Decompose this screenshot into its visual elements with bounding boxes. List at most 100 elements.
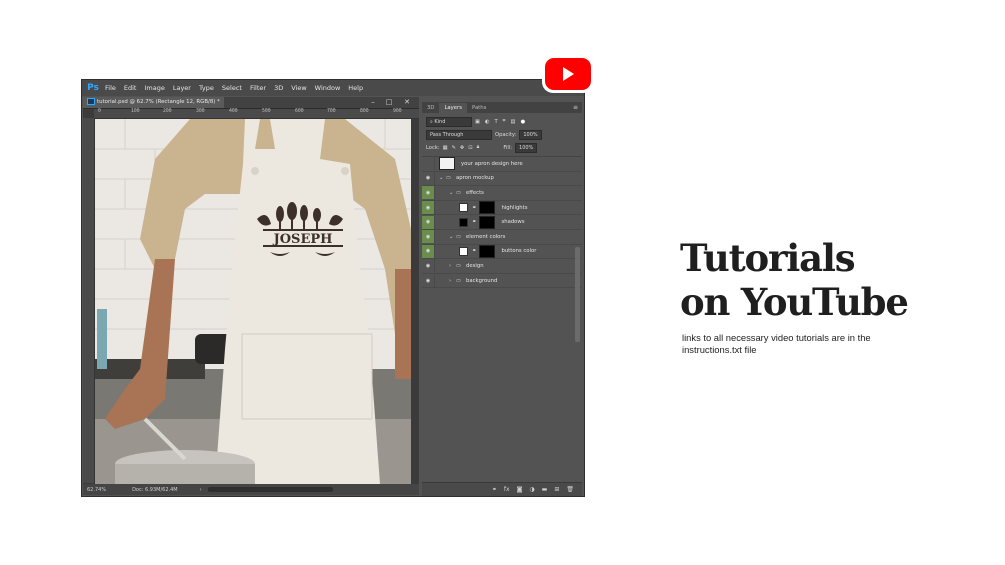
- menu-window[interactable]: Window: [311, 84, 345, 92]
- layer-style-icon[interactable]: fx: [504, 486, 510, 493]
- layer-name: background: [466, 277, 498, 284]
- visibility-eye-icon[interactable]: ◉: [422, 259, 435, 273]
- youtube-badge[interactable]: [542, 55, 594, 93]
- mask-link-icon[interactable]: ⚭: [472, 219, 476, 225]
- youtube-logo-icon: [545, 58, 591, 90]
- layer-mask-icon[interactable]: ◙: [517, 486, 523, 493]
- menu-bar: Ps File Edit Image Layer Type Select Fil…: [82, 80, 584, 96]
- photoshop-window: Ps File Edit Image Layer Type Select Fil…: [81, 79, 585, 497]
- document-title: tutorial.psd @ 62.7% (Rectangle 12, RGB/…: [97, 99, 220, 105]
- visibility-eye-icon[interactable]: ◉: [422, 201, 435, 215]
- new-layer-icon[interactable]: ⊞: [554, 486, 559, 493]
- lock-row: Lock: ▦ ✎ ✥ ⊡ 🔒︎ Fill: 100%: [422, 141, 582, 154]
- promo-title: Tutorials on YouTube: [680, 236, 1000, 324]
- horizontal-scrollbar[interactable]: [207, 487, 333, 492]
- lock-all-icon[interactable]: 🔒︎: [477, 144, 480, 151]
- layer-row[interactable]: ◉ ⌄ ▭ effects: [422, 186, 582, 201]
- status-expand-icon[interactable]: ›: [200, 487, 202, 493]
- zoom-level[interactable]: 62.74%: [87, 487, 106, 493]
- menu-select[interactable]: Select: [218, 84, 246, 92]
- visibility-eye-icon[interactable]: [422, 157, 435, 171]
- visibility-eye-icon[interactable]: ◉: [422, 215, 435, 229]
- canvas[interactable]: JOSEPH: [95, 119, 411, 484]
- menu-file[interactable]: File: [101, 84, 120, 92]
- ruler-tick: 600: [295, 109, 304, 114]
- layer-row[interactable]: ◉ › ▭ background: [422, 274, 582, 289]
- chevron-right-icon[interactable]: ›: [449, 263, 456, 269]
- menu-help[interactable]: Help: [344, 84, 367, 92]
- close-icon[interactable]: ✕: [401, 97, 413, 108]
- promo-title-line1: Tutorials: [680, 236, 856, 280]
- opacity-input[interactable]: 100%: [519, 129, 542, 140]
- ruler-tick: 100: [131, 109, 140, 114]
- chevron-down-icon[interactable]: ⌄: [449, 190, 456, 196]
- tab-layers[interactable]: Layers: [439, 103, 467, 113]
- visibility-eye-icon[interactable]: ◉: [422, 274, 435, 288]
- layer-row[interactable]: ◉ ⚭ buttons color: [422, 244, 582, 260]
- menu-view[interactable]: View: [287, 84, 310, 92]
- layer-name: element colors: [466, 233, 506, 240]
- layer-row[interactable]: ◉ ⌄ ▭ apron mockup: [422, 171, 582, 187]
- menu-edit[interactable]: Edit: [120, 84, 141, 92]
- blend-mode-select[interactable]: Pass Through: [426, 129, 492, 140]
- mask-link-icon[interactable]: ⚭: [472, 248, 476, 254]
- chevron-down-icon[interactable]: ⌄: [449, 234, 456, 240]
- chevron-right-icon[interactable]: ›: [449, 278, 456, 284]
- layer-row[interactable]: your apron design here: [422, 157, 582, 172]
- layer-row[interactable]: ◉ ⌄ ▭ element colors: [422, 230, 582, 245]
- mask-link-icon[interactable]: ⚭: [472, 205, 476, 211]
- delete-layer-icon[interactable]: 🗑︎: [566, 486, 574, 493]
- doc-size: Doc: 6.93M/62.4M: [132, 486, 178, 493]
- menu-image[interactable]: Image: [140, 84, 168, 92]
- filter-pixel-icon[interactable]: ▣: [475, 119, 480, 125]
- maximize-icon[interactable]: □: [383, 97, 395, 108]
- folder-icon: ▭: [456, 262, 462, 269]
- chevron-down-icon[interactable]: ⌄: [439, 175, 446, 181]
- fill-input[interactable]: 100%: [515, 142, 538, 153]
- ruler-tick: 800: [360, 109, 369, 114]
- filter-toggle-icon[interactable]: ●: [520, 119, 525, 125]
- lock-transparent-icon[interactable]: ▦: [443, 145, 448, 151]
- tab-3d[interactable]: 3D: [422, 103, 439, 113]
- fill-label: Fill:: [503, 144, 513, 151]
- filter-kind-select[interactable]: ⌕ Kind: [426, 116, 472, 127]
- adjustment-layer-icon[interactable]: ◑: [529, 486, 534, 493]
- filter-adjustment-icon[interactable]: ◐: [485, 119, 490, 125]
- new-group-icon[interactable]: ▬: [542, 486, 548, 493]
- layer-thumbnail: [459, 203, 468, 213]
- folder-icon: ▭: [446, 175, 452, 182]
- panel-menu-icon[interactable]: ≡: [573, 104, 578, 113]
- layer-name: buttons color: [501, 248, 537, 255]
- document-tab[interactable]: tutorial.psd @ 62.7% (Rectangle 12, RGB/…: [83, 97, 224, 108]
- lock-position-icon[interactable]: ✥: [460, 145, 464, 151]
- filter-shape-icon[interactable]: ⌗: [503, 118, 506, 125]
- lock-artboard-icon[interactable]: ⊡: [468, 145, 472, 151]
- layer-row[interactable]: ◉ ⚭ shadows: [422, 215, 582, 230]
- lock-paint-icon[interactable]: ✎: [451, 145, 455, 151]
- panel-footer: ⚭ fx ◙ ◑ ▬ ⊞ 🗑︎: [422, 482, 582, 496]
- minimize-icon[interactable]: –: [367, 97, 379, 108]
- layer-name: effects: [466, 189, 484, 196]
- layer-row[interactable]: ◉ › ▭ design: [422, 259, 582, 274]
- layer-mask-thumbnail: [479, 215, 496, 229]
- visibility-eye-icon[interactable]: ◉: [422, 186, 435, 200]
- visibility-eye-icon[interactable]: ◉: [422, 171, 435, 185]
- tab-paths[interactable]: Paths: [467, 103, 491, 113]
- layer-name: your apron design here: [461, 160, 523, 167]
- menu-type[interactable]: Type: [195, 84, 218, 92]
- visibility-eye-icon[interactable]: ◉: [422, 244, 435, 258]
- folder-icon: ▭: [456, 233, 462, 240]
- link-layers-icon[interactable]: ⚭: [492, 486, 497, 493]
- layer-name: apron mockup: [456, 175, 494, 182]
- menu-3d[interactable]: 3D: [270, 84, 287, 92]
- menu-filter[interactable]: Filter: [246, 84, 270, 92]
- layers-scrollbar[interactable]: [575, 247, 580, 342]
- visibility-eye-icon[interactable]: ◉: [422, 230, 435, 244]
- menu-layer[interactable]: Layer: [169, 84, 195, 92]
- filter-smart-object-icon[interactable]: ▤: [511, 119, 516, 125]
- lock-label: Lock:: [426, 144, 440, 151]
- layer-thumbnail: [459, 246, 468, 256]
- layer-row[interactable]: ◉ ⚭ highlights: [422, 201, 582, 216]
- ruler-horizontal: 0 100 200 300 400 500 600 700 800 900: [94, 109, 419, 119]
- filter-type-icon[interactable]: T: [494, 119, 497, 125]
